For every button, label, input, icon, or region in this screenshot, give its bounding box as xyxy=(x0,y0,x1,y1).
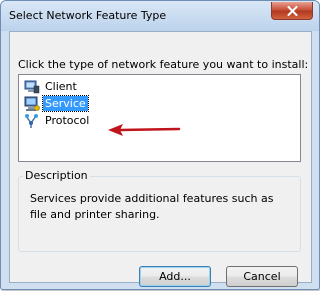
dialog-window: Select Network Feature Type Click the ty… xyxy=(0,0,320,290)
add-button-label: Add... xyxy=(159,270,191,283)
client-icon xyxy=(24,80,40,93)
list-item-protocol[interactable]: Protocol xyxy=(24,112,91,129)
protocol-icon xyxy=(25,113,38,128)
list-item-client[interactable]: Client xyxy=(24,78,79,95)
dialog-content: Click the type of network feature you wa… xyxy=(9,31,312,287)
cancel-button-label: Cancel xyxy=(243,270,281,283)
list-item-label: Client xyxy=(45,80,77,93)
title-bar[interactable]: Select Network Feature Type xyxy=(1,1,319,31)
annotation-arrow-icon xyxy=(108,124,181,136)
instruction-label: Click the type of network feature you wa… xyxy=(18,58,309,71)
description-group: Description Services provide additional … xyxy=(18,169,301,252)
close-icon xyxy=(287,6,298,16)
window-title: Select Network Feature Type xyxy=(9,9,167,22)
cancel-button[interactable]: Cancel xyxy=(226,266,298,287)
close-button[interactable] xyxy=(271,2,313,20)
add-button[interactable]: Add... xyxy=(139,266,211,287)
list-item-service[interactable]: Service xyxy=(24,95,89,112)
list-item-label: Protocol xyxy=(45,114,90,127)
feature-type-list[interactable]: Client Service Protocol xyxy=(18,74,301,162)
list-item-label: Service xyxy=(42,95,89,112)
description-text: Services provide additional features suc… xyxy=(30,192,274,221)
description-title: Description xyxy=(23,169,90,182)
service-icon xyxy=(24,96,40,111)
